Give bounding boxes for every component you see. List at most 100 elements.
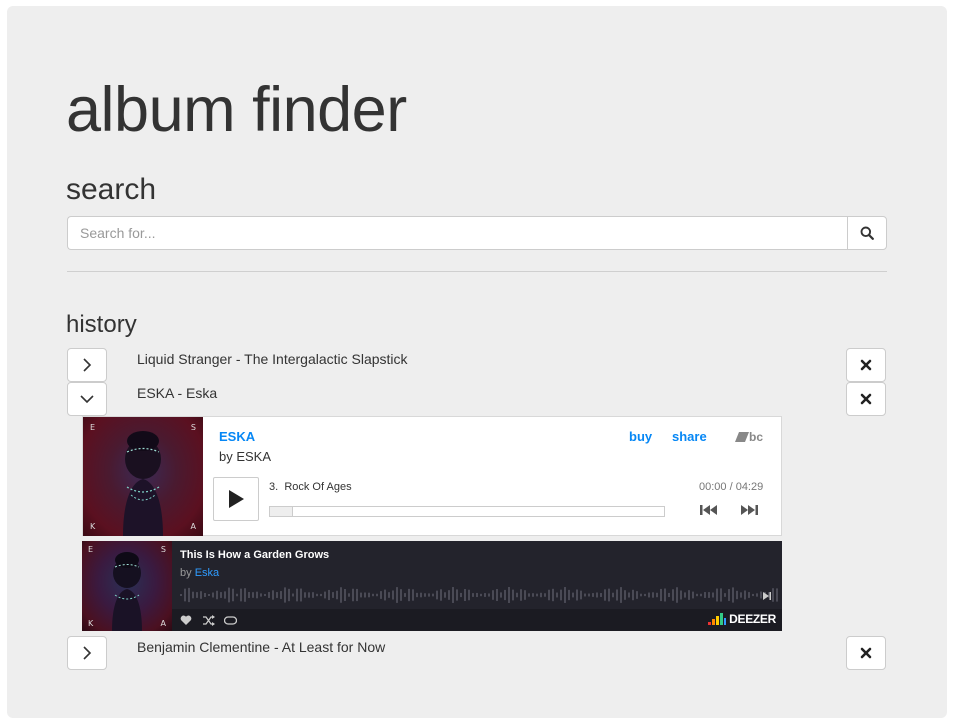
waveform-bar xyxy=(240,588,242,602)
waveform-bar xyxy=(268,592,270,598)
album-title-link[interactable]: ESKA xyxy=(219,429,255,444)
art-letter: S xyxy=(160,545,166,554)
previous-track-icon[interactable] xyxy=(700,504,718,516)
waveform-bar xyxy=(524,590,526,600)
waveform-bar xyxy=(244,588,246,602)
waveform-bar xyxy=(376,593,378,597)
expand-button[interactable] xyxy=(67,636,107,670)
collapse-button[interactable] xyxy=(67,382,107,416)
waveform-bar xyxy=(288,588,290,602)
waveform-bar xyxy=(620,587,622,603)
waveform-bar xyxy=(304,592,306,598)
waveform-bar xyxy=(536,593,538,597)
waveform-bar xyxy=(260,593,262,597)
waveform-bar xyxy=(224,591,226,599)
deezer-artist-line: by Eska xyxy=(180,567,219,579)
waveform-bar xyxy=(564,587,566,603)
waveform-bar xyxy=(292,593,294,597)
waveform-bar xyxy=(712,592,714,598)
waveform-bar xyxy=(688,590,690,600)
deezer-album-art[interactable]: E S K A xyxy=(82,541,172,631)
waveform-bar xyxy=(680,590,682,600)
shuffle-icon[interactable] xyxy=(202,615,215,626)
waveform-bar xyxy=(324,591,326,599)
waveform-bar xyxy=(216,590,218,600)
waveform-bar xyxy=(388,592,390,598)
buy-link[interactable]: buy xyxy=(629,429,652,444)
waveform-bar xyxy=(452,587,454,603)
search-input[interactable] xyxy=(67,216,848,250)
waveform-bar xyxy=(284,587,286,603)
remove-button[interactable] xyxy=(846,382,886,416)
waveform-bar xyxy=(528,593,530,597)
deezer-logo[interactable]: DEEZER xyxy=(708,612,776,626)
waveform-bar xyxy=(672,589,674,601)
waveform-bar xyxy=(568,589,570,601)
play-icon[interactable] xyxy=(762,591,772,601)
page-title: album finder xyxy=(66,75,407,145)
waveform-bar xyxy=(660,588,662,602)
waveform-bar xyxy=(344,588,346,602)
close-icon xyxy=(860,647,872,659)
waveform-bar xyxy=(548,589,550,601)
waveform-bar xyxy=(652,592,654,598)
deezer-track-title[interactable]: This Is How a Garden Grows xyxy=(180,549,329,561)
waveform-bar xyxy=(272,590,274,600)
repeat-icon[interactable] xyxy=(224,615,237,626)
progress-bar[interactable] xyxy=(269,506,665,517)
search-button[interactable] xyxy=(847,216,887,250)
waveform-bar xyxy=(716,588,718,602)
waveform-bar xyxy=(496,589,498,601)
track-time: 00:00 / 04:29 xyxy=(699,481,764,493)
waveform-bar xyxy=(208,593,210,597)
album-art[interactable]: E S K A xyxy=(83,417,203,536)
waveform-bar xyxy=(472,593,474,597)
section-divider xyxy=(67,271,887,272)
waveform-bar xyxy=(508,587,510,603)
waveform-bar xyxy=(600,593,602,597)
waveform[interactable] xyxy=(180,585,780,605)
waveform-bar xyxy=(248,592,250,598)
history-item-label: ESKA - Eska xyxy=(137,385,218,401)
deezer-logo-text: DEEZER xyxy=(729,612,776,626)
bandcamp-logo[interactable]: bc xyxy=(735,430,763,444)
waveform-bar xyxy=(364,592,366,598)
waveform-bar xyxy=(588,593,590,597)
waveform-bar xyxy=(492,590,494,600)
waveform-bar xyxy=(704,592,706,598)
waveform-bar xyxy=(408,588,410,602)
waveform-bar xyxy=(340,587,342,603)
waveform-bar xyxy=(592,593,594,597)
waveform-bar xyxy=(540,592,542,598)
waveform-bar xyxy=(448,590,450,600)
waveform-bar xyxy=(360,592,362,598)
play-button[interactable] xyxy=(213,477,259,521)
waveform-bar xyxy=(632,589,634,601)
track-title[interactable]: Rock Of Ages xyxy=(284,481,351,493)
waveform-bar xyxy=(744,590,746,600)
waveform-bar xyxy=(352,588,354,602)
share-link[interactable]: share xyxy=(672,429,707,444)
remove-button[interactable] xyxy=(846,348,886,382)
waveform-bar xyxy=(444,592,446,598)
waveform-bar xyxy=(708,592,710,598)
remove-button[interactable] xyxy=(846,636,886,670)
deezer-artist-link[interactable]: Eska xyxy=(195,567,219,579)
expand-button[interactable] xyxy=(67,348,107,382)
next-track-icon[interactable] xyxy=(740,504,758,516)
waveform-bar xyxy=(684,592,686,598)
waveform-bar xyxy=(316,593,318,597)
current-track: 3. Rock Of Ages xyxy=(269,481,352,493)
waveform-bar xyxy=(664,588,666,602)
deezer-by-prefix: by xyxy=(180,567,192,579)
waveform-bar xyxy=(700,593,702,597)
waveform-bar xyxy=(436,590,438,600)
progress-thumb[interactable] xyxy=(270,507,293,516)
waveform-bar xyxy=(312,592,314,598)
waveform-bar xyxy=(336,590,338,600)
waveform-bar xyxy=(392,590,394,600)
waveform-bar xyxy=(556,592,558,598)
heart-icon[interactable] xyxy=(180,615,192,626)
waveform-bar xyxy=(184,588,186,602)
waveform-bar xyxy=(512,589,514,601)
